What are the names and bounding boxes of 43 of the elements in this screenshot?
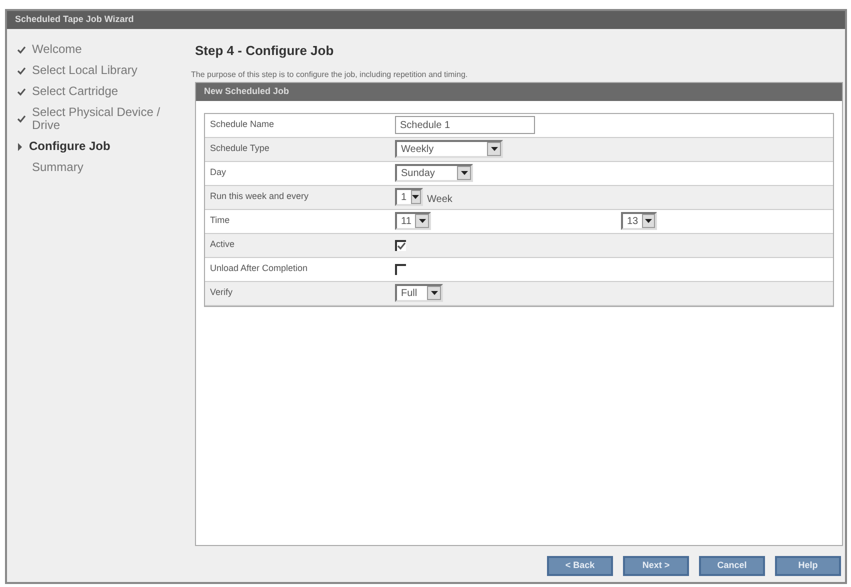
field-label: Unload After Completion	[209, 262, 309, 275]
wizard-step[interactable]: Select Cartridge	[32, 85, 172, 98]
field-label: Run this week and every	[209, 190, 310, 203]
wizard-button[interactable]: Next >	[623, 556, 689, 576]
check-icon	[397, 242, 406, 250]
field-label: Time	[209, 214, 231, 226]
checkbox[interactable]	[395, 240, 406, 250]
wizard-step[interactable]: Welcome	[32, 43, 172, 56]
wizard-step[interactable]: Summary	[32, 161, 172, 174]
field-label: Schedule Type	[209, 142, 270, 155]
caret-icon	[490, 147, 498, 151]
wizard-button[interactable]: Cancel	[699, 556, 765, 576]
caret-icon	[430, 291, 438, 295]
field-label: Active	[209, 238, 236, 250]
dropdown[interactable]: Weekly	[395, 140, 503, 158]
caret-icon	[412, 195, 420, 199]
field-label: Schedule Name	[209, 118, 276, 130]
dropdown[interactable]: 13	[621, 212, 657, 230]
check-icon	[17, 66, 26, 74]
caret-icon	[460, 171, 468, 175]
text-field[interactable]: Schedule 1	[395, 116, 535, 134]
check-icon	[17, 46, 26, 54]
dropdown[interactable]: 11	[395, 212, 431, 230]
dropdown[interactable]: 1	[395, 188, 423, 206]
field-label: Verify	[209, 286, 234, 299]
wizard-button[interactable]: Help	[775, 556, 841, 576]
field-label: Day	[209, 166, 228, 179]
dropdown[interactable]: Full	[395, 284, 443, 302]
window-title: Scheduled Tape Job Wizard	[15, 13, 134, 26]
check-icon	[17, 88, 26, 96]
step-description: The purpose of this step is to configure the job, including repetition and timing.	[191, 68, 469, 80]
unit-label: Week	[427, 192, 452, 206]
triangle-icon	[17, 142, 23, 150]
check-icon	[17, 115, 26, 123]
wizard-step[interactable]: Configure Job	[29, 140, 169, 153]
wizard-button[interactable]: < Back	[547, 556, 613, 576]
step-heading: Step 4 - Configure Job	[195, 42, 335, 60]
dropdown[interactable]: Sunday	[395, 164, 473, 182]
wizard-step[interactable]: Select Physical Device / Drive	[32, 106, 172, 132]
caret-icon	[645, 219, 652, 223]
wizard-step[interactable]: Select Local Library	[32, 64, 172, 77]
panel-title: New Scheduled Job	[204, 84, 290, 98]
caret-icon	[418, 219, 426, 223]
